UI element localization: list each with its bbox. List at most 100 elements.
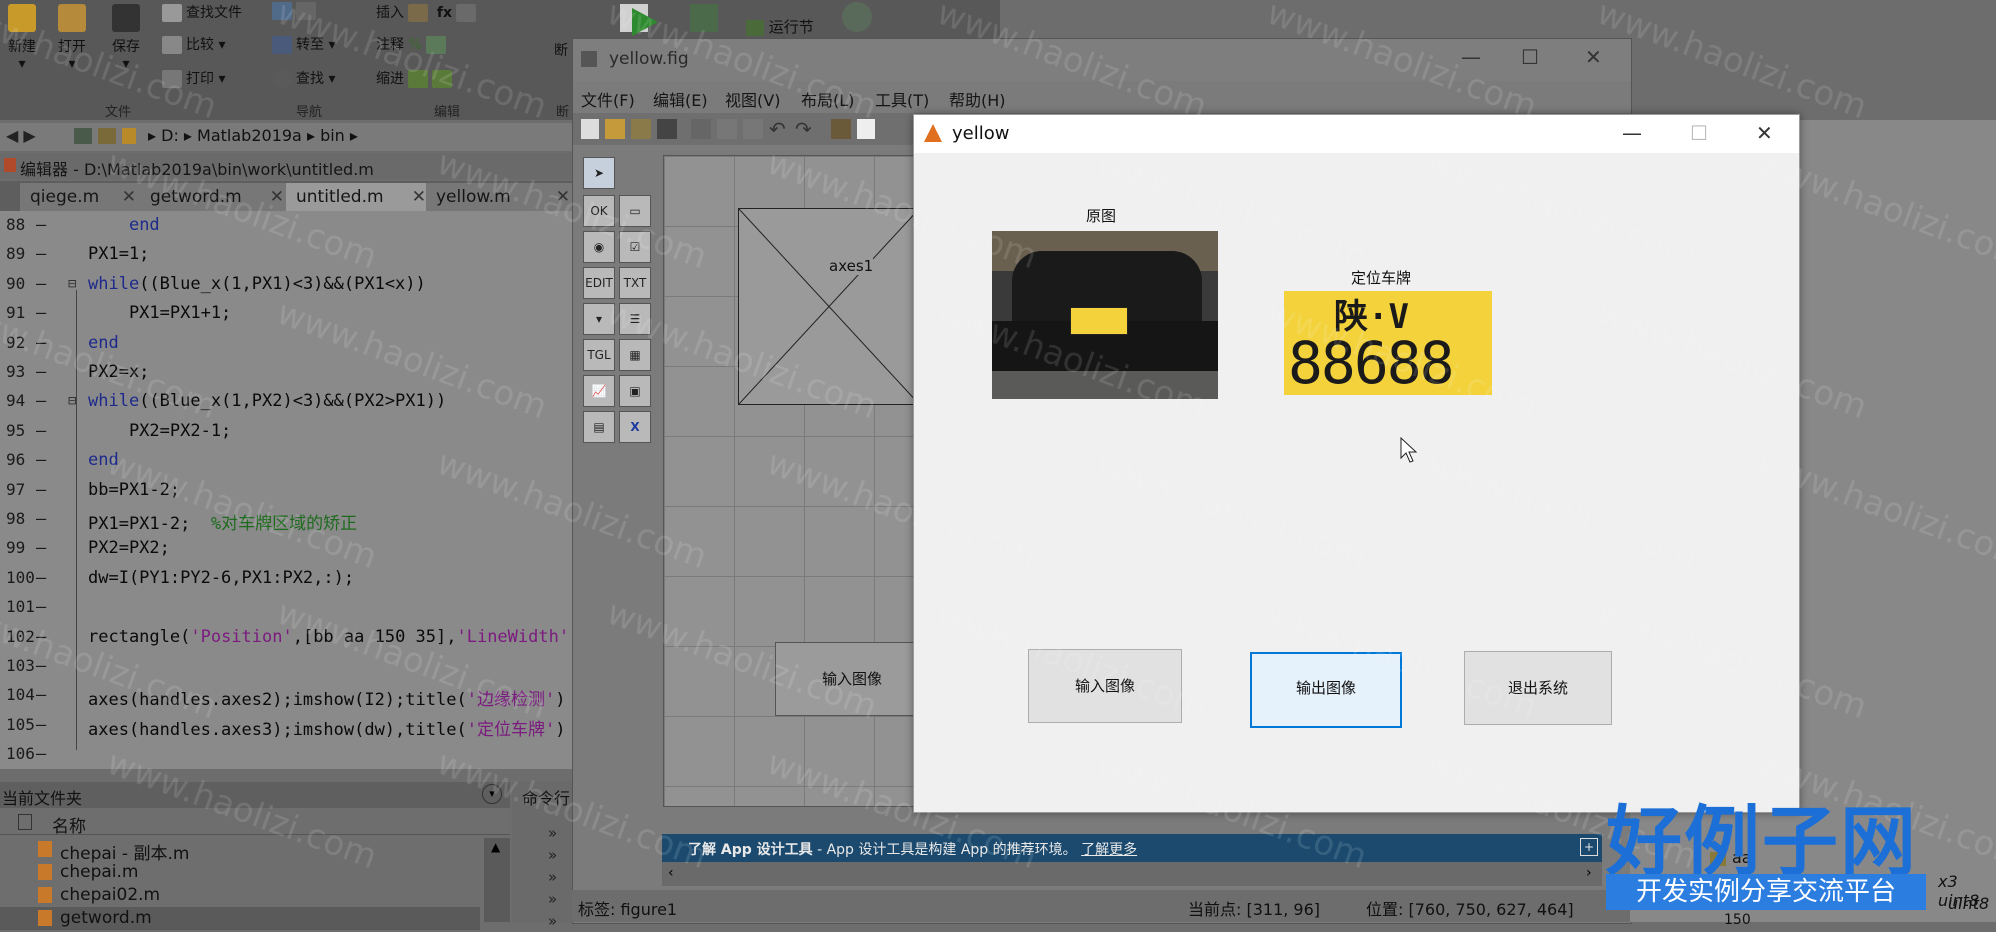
close-icon[interactable]: ✕ (1585, 45, 1602, 69)
toggle-tool-icon[interactable]: TGL (583, 339, 615, 371)
breakpoint-dash[interactable]: — (36, 362, 46, 382)
align-icon[interactable] (831, 119, 851, 139)
checkbox-tool-icon[interactable]: ☑ (619, 231, 651, 263)
exit-system-button[interactable]: 退出系统 (1464, 651, 1612, 725)
scrollbar[interactable]: ▲ (484, 838, 510, 922)
code-line[interactable]: 98— PX1=PX1-2; %对车牌区域的矫正 (0, 509, 572, 538)
back-arrow-icon[interactable]: ◀ ▶ (6, 126, 36, 145)
popup-tool-icon[interactable]: ▾ (583, 303, 615, 335)
axes-tool-icon[interactable]: 📈 (583, 375, 615, 407)
code-line[interactable]: 95— PX2=PX2-1; (0, 421, 572, 450)
list-item[interactable]: chepai - 副本.m (0, 838, 480, 864)
menu-editor-icon[interactable] (857, 119, 875, 139)
learn-more-link[interactable]: 了解更多 (1081, 842, 1137, 858)
edit-text-tool-icon[interactable]: EDIT (583, 267, 615, 299)
run-section-button[interactable]: 运行节 (746, 16, 814, 37)
code-line[interactable]: 89— PX1=1; (0, 244, 572, 273)
code-line[interactable]: 97— bb=PX1-2; (0, 480, 572, 509)
find-button[interactable]: 查找 ▾ (272, 68, 335, 88)
goto-button[interactable]: 转至 ▾ (272, 34, 335, 54)
nav-arrows[interactable] (272, 2, 320, 20)
breakpoint-dash[interactable]: — (36, 274, 46, 294)
new-button[interactable]: 新建 ▾ (4, 4, 40, 72)
horizontal-scrollbar[interactable]: ‹ › (662, 862, 1602, 886)
comment-button[interactable]: 注释 % (376, 34, 450, 54)
code-line[interactable]: 100— dw=I(PY1:PY2-6,PX1:PX2,:); (0, 568, 572, 597)
code-line[interactable]: 94— while((Blue_x(1,PX2)<3)&&(PX2>PX1)) ⊟ (0, 391, 572, 420)
close-icon[interactable]: ✕ (1756, 121, 1773, 145)
close-icon[interactable]: ✕ (122, 183, 136, 211)
breakpoint-dash[interactable]: — (36, 480, 46, 500)
breakpoint-dash[interactable]: — (36, 391, 46, 411)
breakpoint-dash[interactable]: — (36, 509, 46, 529)
panel-menu-icon[interactable]: ▾ (482, 784, 502, 804)
breakpoint-dash[interactable]: — (36, 244, 46, 264)
listbox-tool-icon[interactable]: ☰ (619, 303, 651, 335)
breakpoint-dash[interactable]: — (36, 333, 46, 353)
run-time-icon[interactable] (842, 2, 872, 32)
compare-button[interactable]: 比较 ▾ (162, 34, 225, 54)
maximize-icon[interactable]: ☐ (1521, 45, 1539, 69)
maximize-icon[interactable]: ☐ (1690, 121, 1708, 145)
up-folder-icon[interactable] (74, 128, 92, 144)
paste-icon[interactable] (743, 119, 763, 139)
breakpoint-dash[interactable]: — (36, 656, 46, 676)
breakpoint-dash[interactable]: — (36, 215, 46, 235)
code-line[interactable]: 102— rectangle('Position',[bb aa 150 35],… (0, 627, 579, 656)
scroll-left-icon[interactable]: ‹ (668, 865, 674, 881)
menu-tools[interactable]: 工具(T) (875, 87, 929, 111)
print-button[interactable]: 打印 ▾ (162, 68, 225, 88)
expand-icon[interactable]: + (1580, 838, 1598, 856)
minimize-icon[interactable]: — (1622, 121, 1642, 145)
breakpoint-dash[interactable]: — (36, 450, 46, 470)
code-editor[interactable]: 88— end 89— PX1=1; 90— while((Blue_x(1,PX1)<… (0, 211, 579, 769)
insert-button[interactable]: 插入 fx (376, 2, 480, 22)
path-bar[interactable]: ◀ ▶ ▸ D: ▸ Matlab2019a ▸ bin ▸ (0, 123, 600, 151)
new-icon[interactable] (581, 119, 599, 139)
tab-getword[interactable]: getword.m ✕ (140, 183, 291, 211)
menu-view[interactable]: 视图(V) (725, 87, 780, 111)
input-image-button[interactable]: 输入图像 (1028, 649, 1182, 723)
panel-tool-icon[interactable]: ▣ (619, 375, 651, 407)
close-icon[interactable]: ✕ (270, 183, 284, 211)
code-line[interactable]: 103— (0, 656, 572, 685)
folder-open-icon[interactable] (605, 119, 625, 139)
menu-edit[interactable]: 编辑(E) (653, 87, 708, 111)
code-line[interactable]: 93— PX2=x; (0, 362, 572, 391)
breakpoint-dash[interactable]: — (36, 715, 46, 735)
find-files-button[interactable]: 查找文件 (162, 2, 242, 22)
select-tool-icon[interactable]: ➤ (583, 157, 615, 189)
list-item[interactable]: getword.m (0, 907, 480, 930)
code-line[interactable]: 104— axes(handles.axes2);imshow(I2);title… (0, 685, 572, 714)
code-line[interactable]: 99— PX2=PX2; (0, 538, 572, 567)
breakpoint-button[interactable]: 断 (554, 40, 568, 60)
code-line[interactable]: 106— (0, 744, 572, 773)
save-icon[interactable] (657, 119, 677, 139)
run-icon[interactable] (628, 6, 660, 38)
output-image-button[interactable]: 输出图像 (1250, 652, 1402, 728)
redo-icon[interactable]: ↷ (795, 117, 812, 141)
menu-file[interactable]: 文件(F) (581, 87, 635, 111)
menu-layout[interactable]: 布局(L) (801, 87, 854, 111)
axes1-placeholder[interactable]: axes1 (738, 208, 920, 405)
code-line[interactable]: 88— end (0, 215, 572, 244)
list-item[interactable]: chepai.m (0, 861, 480, 884)
breakpoint-dash[interactable]: — (36, 627, 46, 647)
tab-untitled[interactable]: untitled.m ✕ (286, 183, 433, 211)
breakpoint-dash[interactable]: — (36, 685, 46, 705)
radio-tool-icon[interactable]: ◉ (583, 231, 615, 263)
indent-button[interactable]: 缩进 (376, 68, 456, 88)
column-header-name[interactable]: 名称 (52, 812, 86, 837)
tab-yellow[interactable]: yellow.m ✕ (426, 183, 577, 211)
menu-help[interactable]: 帮助(H) (949, 87, 1006, 111)
guide-input-button[interactable]: 输入图像 (775, 642, 929, 716)
buttongroup-tool-icon[interactable]: ▤ (583, 411, 615, 443)
activex-tool-icon[interactable]: X (619, 411, 651, 443)
breakpoint-dash[interactable]: — (36, 744, 46, 764)
copy-icon[interactable] (717, 119, 737, 139)
breadcrumb[interactable]: ▸ D: ▸ Matlab2019a ▸ bin ▸ (148, 126, 358, 145)
minimize-icon[interactable]: — (1461, 45, 1481, 69)
close-icon[interactable]: ✕ (556, 183, 570, 211)
browse-icon[interactable] (98, 128, 116, 144)
code-line[interactable]: 101— (0, 597, 572, 626)
